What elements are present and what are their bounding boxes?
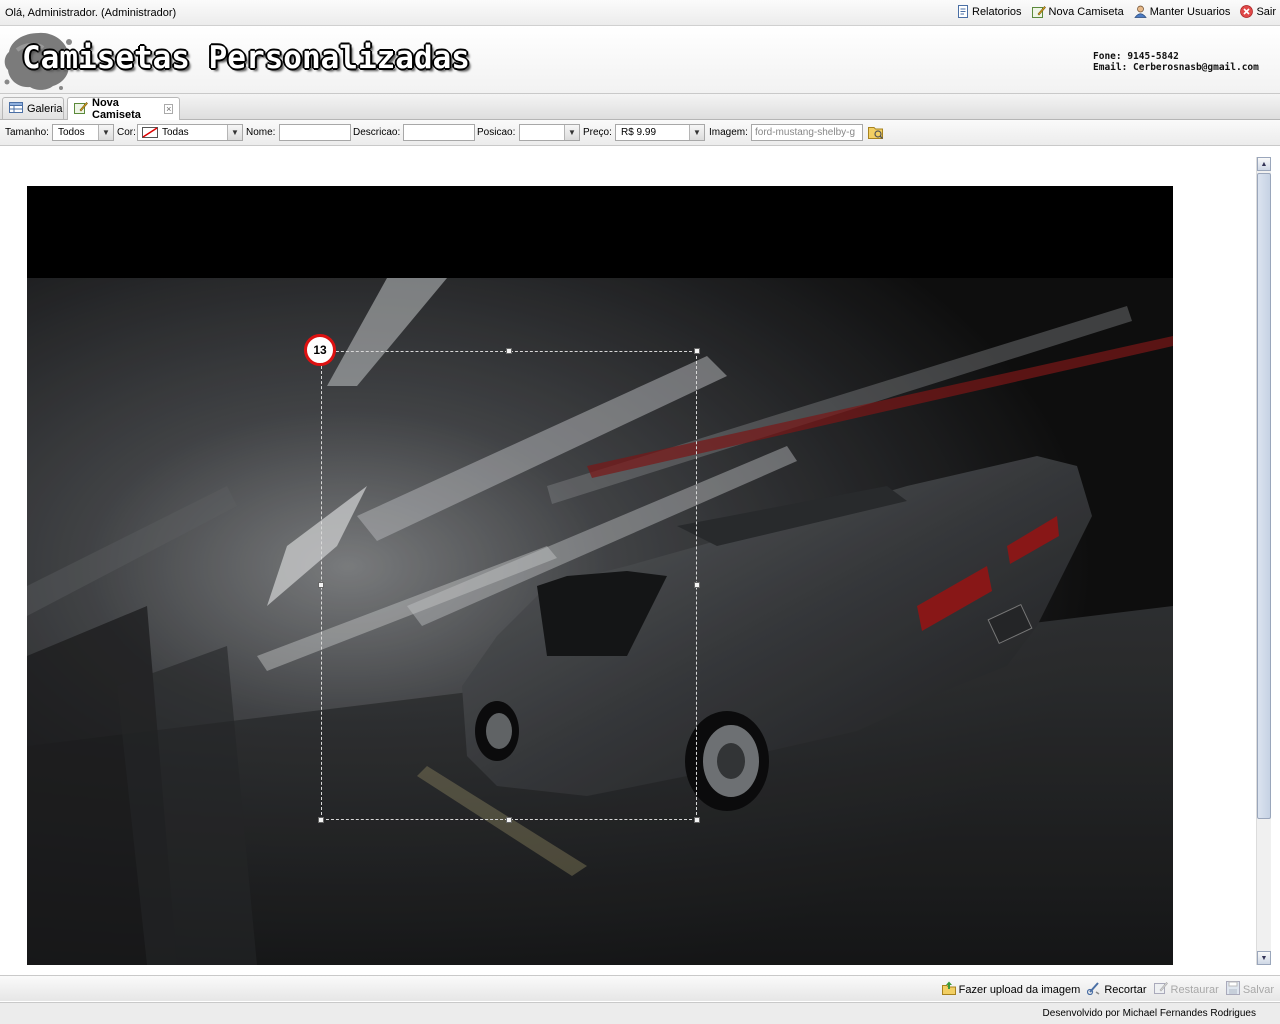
site-header: Camisetas Personalizadas Fone: 9145-5842…	[0, 26, 1280, 94]
phone-text: Fone: 9145-5842	[1093, 51, 1179, 62]
recortar-button[interactable]: Recortar	[1087, 981, 1147, 998]
menu-label: Nova Camiseta	[1048, 5, 1124, 18]
chevron-down-icon[interactable]: ▼	[227, 125, 242, 140]
imagem-input[interactable]: ford-mustang-shelby-g	[751, 124, 863, 141]
menu-label: Manter Usuarios	[1149, 5, 1231, 18]
tab-galeria[interactable]: Galeria	[2, 97, 64, 119]
car-image[interactable]: 13	[27, 186, 1173, 965]
pencil-icon	[74, 101, 88, 117]
filter-toolbar: Tamanho: Todos ▼ Cor: Todas ▼ Nome: Desc…	[0, 120, 1280, 146]
menu-nova-camiseta[interactable]: Nova Camiseta	[1031, 5, 1124, 18]
tamanho-label: Tamanho:	[5, 127, 49, 138]
tab-close-icon[interactable]: ×	[164, 104, 173, 114]
table-icon	[9, 101, 23, 116]
top-bar: Olá, Administrador. (Administrador) Rela…	[0, 0, 1280, 26]
step-marker: 13	[304, 334, 336, 366]
menu-label: Sair	[1256, 5, 1276, 18]
chevron-down-icon[interactable]: ▼	[98, 125, 113, 140]
upload-icon	[941, 981, 956, 998]
chevron-down-icon[interactable]: ▼	[689, 125, 704, 140]
tamanho-select[interactable]: Todos ▼	[52, 124, 114, 141]
footer-credit: Desenvolvido por Michael Fernandes Rodri…	[1042, 1008, 1256, 1019]
cor-value: Todas	[162, 127, 189, 138]
tab-label: Galeria	[27, 102, 63, 115]
cor-select[interactable]: Todas ▼	[137, 124, 243, 141]
report-icon	[957, 5, 969, 18]
image-editor-area: 13	[0, 147, 1280, 973]
descricao-input[interactable]	[403, 124, 475, 141]
tab-strip: Galeria Nova Camiseta ×	[0, 94, 1280, 121]
crop-handle-e[interactable]	[694, 582, 700, 588]
imagem-label: Imagem:	[709, 127, 748, 138]
tab-label: Nova Camiseta	[92, 97, 141, 121]
vertical-scrollbar[interactable]: ▲ ▼	[1256, 157, 1271, 965]
menu-manter-usuarios[interactable]: Manter Usuarios	[1134, 5, 1231, 18]
contact-info: Fone: 9145-5842 Email: Cerberosnasb@gmai…	[1093, 51, 1259, 73]
pencil-icon	[1031, 5, 1046, 18]
footer: Desenvolvido por Michael Fernandes Rodri…	[0, 1002, 1280, 1024]
user-icon	[1134, 5, 1147, 18]
crop-handle-se[interactable]	[694, 817, 700, 823]
restaurar-button[interactable]: Restaurar	[1153, 981, 1219, 998]
nome-input[interactable]	[279, 124, 351, 141]
salvar-label: Salvar	[1242, 983, 1274, 996]
chevron-down-icon[interactable]: ▼	[564, 125, 579, 140]
restore-icon	[1153, 981, 1168, 998]
preco-select[interactable]: R$ 9.99 ▼	[615, 124, 705, 141]
no-color-swatch-icon	[142, 127, 158, 141]
scroll-up-icon[interactable]: ▲	[1257, 157, 1271, 171]
crop-handle-ne[interactable]	[694, 348, 700, 354]
menu-relatorios[interactable]: Relatorios	[957, 5, 1022, 18]
step-marker-number: 13	[313, 343, 327, 357]
action-bar: Fazer upload da imagem Recortar Restaura…	[0, 975, 1280, 1001]
preco-value: R$ 9.99	[621, 127, 657, 138]
recortar-label: Recortar	[1104, 983, 1147, 996]
crop-handle-n[interactable]	[506, 348, 512, 354]
salvar-button[interactable]: Salvar	[1225, 981, 1274, 998]
scroll-down-icon[interactable]: ▼	[1257, 951, 1271, 965]
scroll-thumb[interactable]	[1257, 173, 1271, 819]
browse-folder-icon[interactable]	[868, 125, 884, 142]
restaurar-label: Restaurar	[1170, 983, 1219, 996]
top-menu: Relatorios Nova Camiseta Manter Usuarios…	[957, 5, 1276, 18]
nome-label: Nome:	[246, 127, 276, 138]
crop-handle-w[interactable]	[318, 582, 324, 588]
cor-label: Cor:	[117, 127, 136, 138]
crop-handle-s[interactable]	[506, 817, 512, 823]
menu-sair[interactable]: Sair	[1240, 5, 1276, 18]
crop-selection[interactable]	[321, 351, 697, 820]
posicao-label: Posicao:	[477, 127, 516, 138]
posicao-select[interactable]: ▼	[519, 124, 580, 141]
crop-handle-sw[interactable]	[318, 817, 324, 823]
close-circle-icon	[1240, 5, 1254, 18]
email-text: Email: Cerberosnasb@gmail.com	[1093, 62, 1259, 73]
upload-button[interactable]: Fazer upload da imagem	[941, 981, 1081, 998]
logo-text: Camisetas Personalizadas	[22, 40, 470, 76]
greeting-text: Olá, Administrador. (Administrador)	[5, 7, 177, 19]
menu-label: Relatorios	[972, 5, 1022, 18]
action-buttons: Fazer upload da imagem Recortar Restaura…	[941, 981, 1274, 998]
descricao-label: Descricao:	[353, 127, 401, 138]
tab-nova-camiseta[interactable]: Nova Camiseta ×	[67, 97, 180, 121]
crop-icon	[1087, 981, 1101, 998]
tamanho-value: Todos	[58, 127, 85, 138]
upload-label: Fazer upload da imagem	[958, 983, 1081, 996]
preco-label: Preço:	[583, 127, 612, 138]
save-icon	[1225, 981, 1240, 998]
